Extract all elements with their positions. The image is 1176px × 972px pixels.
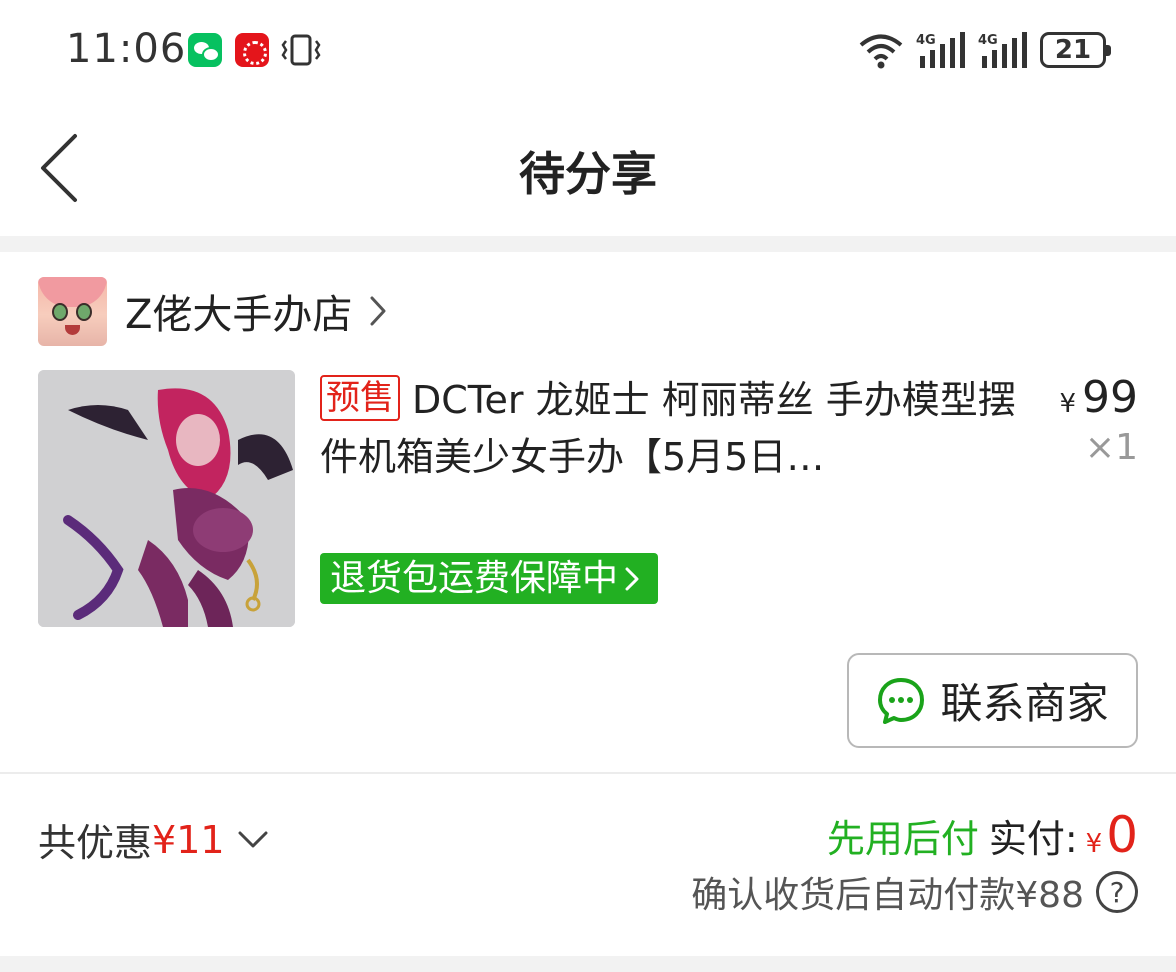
price-value: 99: [1082, 372, 1138, 423]
discount-summary[interactable]: 共优惠 ¥11: [38, 812, 269, 867]
store-avatar: [38, 276, 107, 346]
wifi-icon: [859, 34, 903, 69]
section-divider: [0, 236, 1176, 252]
svg-text:4G: 4G: [978, 33, 998, 48]
wechat-icon: [188, 33, 222, 67]
section-divider: [0, 956, 1176, 972]
signal-4g-icon: 4G: [978, 32, 1027, 68]
product-image[interactable]: [38, 370, 295, 627]
return-shipping-badge[interactable]: 退货包运费保障中: [320, 553, 659, 604]
product-price: ¥99: [1059, 372, 1138, 423]
price-currency: ¥: [1059, 389, 1076, 419]
signal-4g-icon: 4G: [916, 32, 965, 68]
divider: [0, 772, 1176, 774]
price-column: ¥99 ×1: [1059, 372, 1138, 468]
chevron-right-icon: [625, 567, 639, 590]
page-title: 待分享: [519, 147, 657, 201]
auto-pay-notice: 确认收货后自动付款¥88 ?: [691, 866, 1138, 918]
figure-illustration: [38, 370, 295, 627]
help-icon[interactable]: ?: [1096, 871, 1138, 913]
contact-seller-label: 联系商家: [940, 679, 1109, 728]
battery-level: 21: [1054, 35, 1092, 65]
contact-seller-button[interactable]: 联系商家: [847, 653, 1138, 748]
product-quantity: ×1: [1084, 427, 1138, 468]
status-time: 11:06: [66, 26, 187, 72]
red-app-icon: [235, 33, 269, 67]
status-bar: 11:06 4G 4G 21: [0, 0, 1176, 100]
actual-pay-amount: 0: [1106, 806, 1138, 864]
discount-amount: ¥11: [152, 817, 225, 862]
actual-pay-line: 先用后付 实付: ¥ 0: [827, 806, 1138, 864]
store-row[interactable]: Z佬大手办店: [38, 276, 388, 346]
chevron-right-icon: [370, 296, 386, 326]
product-title-text: DCTer 龙姬士 柯丽蒂丝 手办模型摆件机箱美少女手办【5月5日…: [320, 378, 1016, 479]
auto-pay-text: 确认收货后自动付款¥88: [691, 875, 1084, 916]
actual-pay-currency: ¥: [1085, 829, 1103, 859]
nav-bar: 待分享: [0, 100, 1176, 236]
product-info: 预售 DCTer 龙姬士 柯丽蒂丝 手办模型摆件机箱美少女手办【5月5日…: [320, 372, 1030, 486]
actual-pay-label: 实付:: [988, 817, 1078, 861]
chevron-down-icon: [238, 831, 268, 847]
vibrate-icon: [281, 34, 321, 66]
chat-bubble-icon: [878, 677, 925, 724]
battery-icon: 21: [1040, 32, 1111, 68]
pay-later-label: 先用后付: [826, 817, 979, 861]
presale-tag: 预售: [320, 375, 400, 421]
discount-label: 共优惠: [38, 821, 153, 865]
svg-text:4G: 4G: [916, 33, 936, 48]
product-title[interactable]: 预售 DCTer 龙姬士 柯丽蒂丝 手办模型摆件机箱美少女手办【5月5日…: [320, 372, 1030, 486]
return-badge-label: 退货包运费保障中: [330, 558, 619, 599]
store-name: Z佬大手办店: [125, 292, 353, 338]
